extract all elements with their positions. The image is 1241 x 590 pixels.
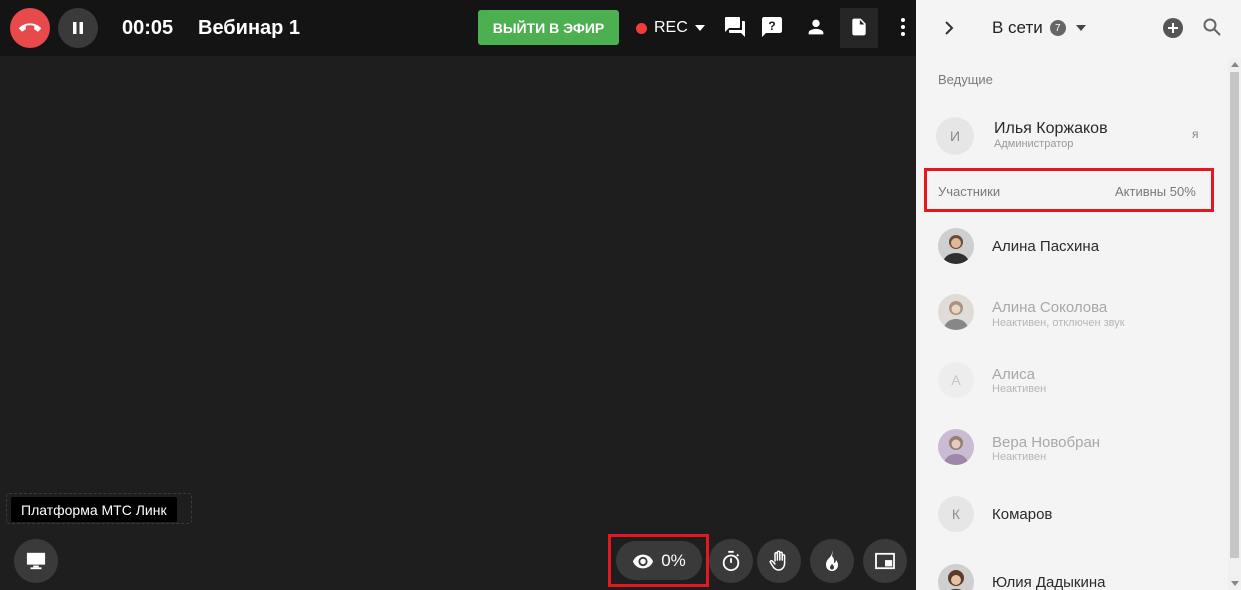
chat-icon bbox=[725, 17, 745, 37]
attention-percent: 0% bbox=[661, 550, 686, 570]
user-photo-icon bbox=[938, 294, 974, 330]
reaction-fire-button[interactable] bbox=[810, 539, 854, 583]
list-item[interactable]: А Алиса Неактивен bbox=[916, 350, 1226, 410]
more-menu-button[interactable] bbox=[889, 12, 917, 42]
scroll-down-icon[interactable] bbox=[1231, 581, 1239, 586]
video-stage: 00:05 Вебинар 1 ВЫЙТИ В ЭФИР REC ? Платф… bbox=[0, 0, 916, 590]
user-photo-icon bbox=[938, 564, 974, 590]
more-vertical-icon bbox=[901, 18, 905, 36]
panel-header: В сети 7 bbox=[916, 0, 1241, 56]
online-filter-dropdown[interactable]: В сети 7 bbox=[992, 18, 1086, 38]
svg-text:?: ? bbox=[768, 19, 775, 33]
panel-scrollbar[interactable] bbox=[1228, 58, 1241, 590]
attention-indicator[interactable]: 0% bbox=[616, 541, 702, 580]
user-photo-icon bbox=[938, 429, 974, 465]
question-icon: ? bbox=[762, 17, 782, 37]
files-button[interactable] bbox=[844, 12, 874, 42]
webinar-title: Вебинар 1 bbox=[198, 17, 301, 39]
avatar: А bbox=[938, 362, 974, 398]
pause-button[interactable] bbox=[58, 8, 98, 48]
collapse-panel-button[interactable] bbox=[938, 17, 960, 39]
rec-dropdown[interactable]: REC bbox=[636, 17, 705, 39]
pause-icon bbox=[73, 22, 83, 34]
chevron-down-icon bbox=[694, 25, 705, 31]
list-item[interactable]: Алина Пасхина bbox=[916, 216, 1226, 276]
screen-share-button[interactable] bbox=[14, 539, 58, 583]
active-percentage: Активны 50% bbox=[1115, 184, 1196, 199]
avatar: И bbox=[936, 117, 974, 155]
stopwatch-icon bbox=[722, 550, 740, 572]
session-timer: 00:05 bbox=[122, 17, 174, 39]
user-photo-icon bbox=[938, 228, 974, 264]
chevron-down-icon bbox=[1075, 25, 1086, 31]
host-name: Илья Коржаков bbox=[994, 120, 1108, 137]
participants-button[interactable] bbox=[801, 12, 831, 42]
person-icon bbox=[808, 19, 824, 35]
questions-button[interactable]: ? bbox=[757, 12, 787, 42]
monitor-icon bbox=[26, 552, 46, 570]
list-item[interactable]: К Комаров bbox=[916, 484, 1226, 544]
search-button[interactable] bbox=[1202, 17, 1224, 39]
host-row[interactable]: И Илья Коржаков Администратор я bbox=[916, 105, 1226, 165]
participant-status: Неактивен bbox=[992, 451, 1047, 463]
panel-title: В сети bbox=[992, 18, 1043, 37]
chat-button[interactable] bbox=[720, 12, 750, 42]
avatar bbox=[938, 429, 974, 465]
pip-icon bbox=[875, 552, 895, 570]
participant-name: Юлия Дадыкина bbox=[992, 574, 1106, 590]
hangup-icon bbox=[19, 23, 41, 32]
participants-panel: В сети 7 Ведущие И Илья Коржаков Админис… bbox=[916, 0, 1241, 590]
list-item[interactable]: Юлия Дадыкина bbox=[916, 552, 1226, 590]
top-toolbar: 00:05 Вебинар 1 ВЫЙТИ В ЭФИР REC ? bbox=[0, 0, 916, 56]
avatar bbox=[938, 228, 974, 264]
hand-icon bbox=[769, 550, 786, 571]
avatar: К bbox=[938, 496, 974, 532]
raise-hand-button[interactable] bbox=[757, 539, 801, 583]
participant-name: Комаров bbox=[992, 506, 1053, 523]
end-call-button[interactable] bbox=[10, 8, 50, 48]
search-icon bbox=[1203, 18, 1221, 36]
scroll-up-icon[interactable] bbox=[1231, 62, 1239, 67]
picture-in-picture-button[interactable] bbox=[863, 539, 907, 583]
scroll-thumb[interactable] bbox=[1230, 72, 1239, 558]
host-role: Администратор bbox=[994, 138, 1074, 150]
add-participant-button[interactable] bbox=[1163, 18, 1183, 38]
fire-icon bbox=[826, 550, 838, 571]
avatar bbox=[938, 564, 974, 590]
participant-status: Неактивен, отключен звук bbox=[992, 317, 1125, 329]
rec-dot-icon bbox=[636, 22, 647, 34]
list-item[interactable]: Вера Новобран Неактивен bbox=[916, 417, 1226, 477]
platform-tooltip: Платформа МТС Линк bbox=[11, 497, 177, 522]
participant-name: Алина Соколова bbox=[992, 299, 1108, 316]
hosts-section-label: Ведущие bbox=[938, 72, 993, 87]
participant-name: Алина Пасхина bbox=[992, 238, 1100, 255]
participant-status: Неактивен bbox=[992, 383, 1047, 395]
me-label: я bbox=[1192, 127, 1199, 141]
participant-name: Алиса bbox=[992, 366, 1035, 383]
go-live-button[interactable]: ВЫЙТИ В ЭФИР bbox=[478, 10, 619, 45]
plus-icon bbox=[1168, 23, 1178, 33]
timer-button[interactable] bbox=[709, 539, 753, 583]
chevron-right-icon bbox=[945, 21, 954, 35]
online-count-badge: 7 bbox=[1049, 20, 1066, 36]
rec-label: REC bbox=[654, 19, 688, 36]
avatar bbox=[938, 294, 974, 330]
participants-section-label: Участники bbox=[938, 184, 1001, 199]
eye-icon bbox=[633, 554, 654, 568]
list-item[interactable]: Алина Соколова Неактивен, отключен звук bbox=[916, 282, 1226, 342]
participant-name: Вера Новобран bbox=[992, 434, 1101, 451]
document-icon bbox=[852, 18, 866, 36]
